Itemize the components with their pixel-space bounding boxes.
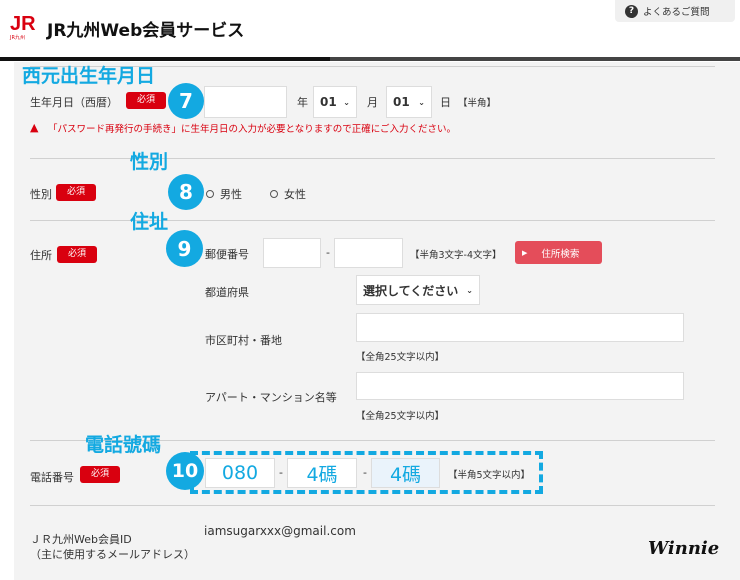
step-10: 10: [166, 452, 204, 490]
question-icon: ?: [625, 4, 638, 18]
postal-code-2-input[interactable]: [334, 238, 403, 268]
faq-button[interactable]: ? よくあるご質問: [615, 0, 735, 22]
birth-month-select[interactable]: 01 ⌄: [313, 86, 357, 118]
radio-icon: [206, 190, 214, 198]
site-title: JR九州Web会員サービス: [47, 21, 245, 41]
birth-warning: 「パスワード再発行の手続き」に生年月日の入力が必要となりますので正確にご入力くだ…: [48, 124, 457, 135]
chevron-down-icon: ⌄: [343, 97, 350, 107]
gender-radio-female[interactable]: 女性: [270, 186, 306, 202]
birth-year-input[interactable]: [204, 86, 287, 118]
play-icon: ▶: [522, 248, 528, 257]
radio-icon: [270, 190, 278, 198]
chevron-down-icon: ⌄: [418, 97, 425, 107]
building-input[interactable]: [356, 372, 684, 400]
postal-code-1-input[interactable]: [263, 238, 321, 268]
phone-1-input[interactable]: 080: [205, 458, 275, 488]
required-badge: 必須: [56, 184, 96, 201]
warning-icon: ▲: [30, 121, 39, 134]
annotation-gender: 性別: [130, 151, 169, 173]
city-input[interactable]: [356, 313, 684, 342]
divider: [30, 505, 715, 506]
phone-3-input[interactable]: 4碼: [371, 458, 440, 488]
required-badge: 必須: [126, 92, 166, 109]
annotation-birth: 西元出生年月日: [22, 65, 156, 87]
logo: JR JR九州: [10, 13, 36, 41]
required-badge: 必須: [57, 246, 97, 263]
gender-radio-male[interactable]: 男性: [206, 186, 242, 202]
address-label: 住所: [30, 249, 52, 262]
annotation-address: 住址: [130, 211, 169, 233]
required-badge: 必須: [80, 466, 120, 483]
birth-label: 生年月日（西暦）: [30, 96, 118, 109]
phone-2-input[interactable]: 4碼: [287, 458, 357, 488]
address-search-button[interactable]: ▶ 住所検索: [515, 241, 602, 264]
step-9: 9: [166, 230, 203, 267]
chevron-down-icon: ⌄: [466, 285, 473, 295]
step-8: 8: [168, 174, 204, 210]
birth-day-select[interactable]: 01 ⌄: [386, 86, 432, 118]
phone-label: 電話番号: [30, 471, 74, 484]
prefecture-select[interactable]: 選択してください ⌄: [356, 275, 480, 305]
annotation-phone: 電話號碼: [85, 434, 162, 456]
signature-watermark: Winnie: [648, 538, 720, 559]
gender-label: 性別: [30, 188, 52, 201]
member-email: iamsugarxxx@gmail.com: [204, 524, 356, 538]
member-id-label: ＪＲ九州Web会員ID: [30, 533, 132, 546]
step-7: 7: [168, 83, 204, 119]
